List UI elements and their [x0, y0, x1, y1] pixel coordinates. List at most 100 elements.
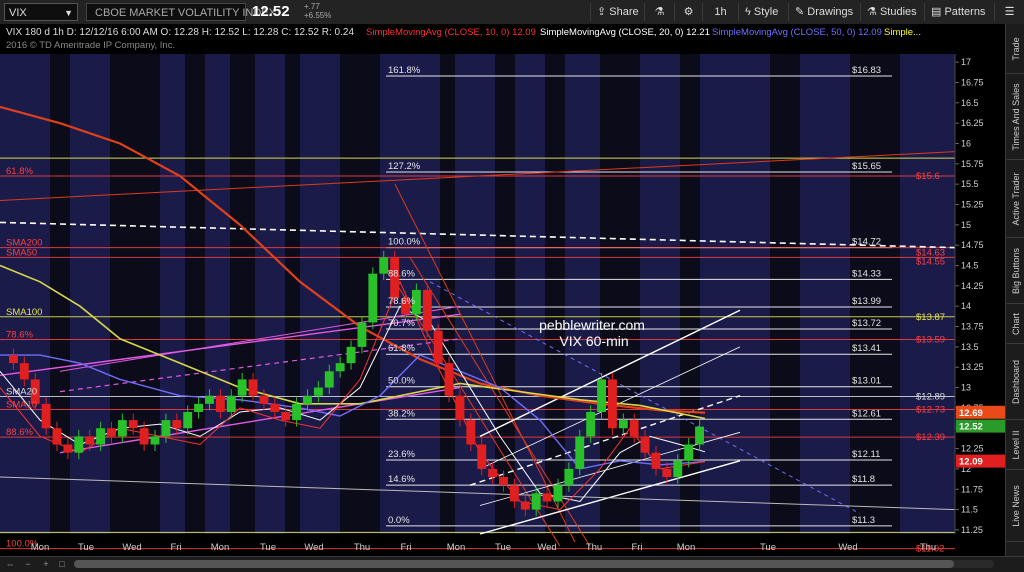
sidebar-tab-chart[interactable]: Chart — [1006, 304, 1024, 344]
timeframe-label: 1h — [714, 6, 727, 18]
candle-body — [379, 257, 389, 274]
flask-button[interactable]: ⚗ — [644, 3, 674, 21]
expand-icon[interactable]: ⇔ — [4, 559, 16, 569]
time-tick-label: Thu — [920, 542, 936, 553]
left-level-label: SMA100 — [6, 307, 42, 318]
left-level-label: 78.6% — [6, 330, 33, 341]
scrollbar-thumb[interactable] — [74, 560, 954, 568]
sidebar-tab-trade[interactable]: Trade — [1006, 24, 1024, 74]
time-tick-label: Mon — [677, 542, 695, 553]
toolbar: VIX ▼ CBOE MARKET VOLATILITY INDEX 12.52… — [0, 0, 1024, 25]
timeframe-button[interactable]: 1h — [702, 3, 738, 21]
candle-body — [52, 428, 62, 445]
time-tick-label: Mon — [31, 542, 49, 553]
price-tick-label: 15.75 — [961, 159, 984, 169]
time-tick-label: Mon — [211, 542, 229, 553]
scrollbar[interactable] — [74, 560, 994, 568]
time-tick-label: Wed — [838, 542, 857, 553]
fib-percent-label: 78.6% — [388, 296, 415, 307]
patterns-button[interactable]: ▤ Patterns — [924, 3, 994, 21]
candle-body — [673, 460, 683, 478]
sidebar-tab-times-and-sales[interactable]: Times And Sales — [1006, 74, 1024, 160]
price-chart[interactable]: 161.8% $16.83 127.2% $15.65 100.0% $14.72 88.6… — [0, 24, 1005, 556]
price-tick-label: 14.75 — [961, 240, 984, 250]
candle-body — [542, 493, 552, 502]
candle-body — [444, 363, 454, 396]
sidebar-tab-dashboard[interactable]: Dashboard — [1006, 344, 1024, 420]
fib-percent-label: 23.6% — [388, 449, 415, 460]
price-tick-label: 16.75 — [961, 77, 984, 87]
more-icon: ☰ — [1004, 6, 1015, 18]
sidebar-tab-live-news[interactable]: Live News — [1006, 470, 1024, 542]
symbol-selector[interactable]: VIX ▼ — [4, 3, 78, 21]
time-tick-label: Tue — [78, 542, 94, 553]
right-level-label: $13.59 — [916, 335, 945, 346]
candle-body — [183, 411, 193, 429]
zoom-in-icon[interactable]: + — [40, 559, 52, 569]
candle-body — [662, 468, 672, 478]
bottom-toolbar: ⇔ − + □ — [0, 556, 1024, 572]
candle-body — [520, 501, 530, 510]
fit-icon[interactable]: □ — [56, 559, 68, 569]
price-tick-label: 11.25 — [961, 525, 983, 535]
fib-price-label: $12.11 — [852, 449, 880, 460]
fib-price-label: $11.3 — [852, 515, 875, 526]
time-tick-label: Tue — [495, 542, 511, 553]
style-button[interactable]: ϟ Style — [738, 3, 788, 21]
candle-body — [139, 428, 149, 445]
left-level-label: 61.8% — [6, 166, 33, 177]
candle-body — [117, 420, 127, 437]
last-price: 12.52 — [252, 3, 290, 20]
fib-percent-label: 14.6% — [388, 474, 415, 485]
sidebar-tab-label: Live News — [1010, 484, 1021, 527]
right-level-label: $12.73 — [916, 405, 945, 416]
sidebar-tab-label: Big Buttons — [1010, 247, 1021, 294]
zoom-out-icon[interactable]: − — [22, 559, 34, 569]
candle-body — [74, 436, 84, 453]
price-tick-label: 13.25 — [961, 362, 984, 372]
sidebar-tab-active-trader[interactable]: Active Trader — [1006, 160, 1024, 238]
studies-button[interactable]: ⚗ Studies — [860, 3, 924, 21]
share-label: Share — [609, 6, 639, 18]
fib-percent-label: 127.2% — [388, 161, 421, 172]
candle-body — [172, 420, 182, 429]
right-level-label: $15.6 — [916, 171, 940, 182]
sidebar-tab-label: Dashboard — [1010, 359, 1021, 404]
candle-body — [128, 420, 138, 429]
right-level-label: $13.87 — [916, 312, 945, 323]
candle-body — [368, 273, 378, 323]
candle-body — [324, 371, 334, 388]
fib-percent-label: 88.6% — [388, 268, 415, 279]
security-name: CBOE MARKET VOLATILITY INDEX — [86, 3, 276, 21]
candle-body — [607, 379, 617, 429]
share-button[interactable]: ⇪ Share — [590, 3, 644, 21]
candle-body — [205, 395, 214, 404]
candle-body — [237, 379, 247, 396]
price-tag-label: 12.69 — [959, 408, 983, 419]
settings-button[interactable]: ⚙ — [674, 3, 702, 21]
right-level-label: $12.39 — [916, 432, 945, 443]
candle-body — [96, 428, 106, 445]
candle-body — [248, 379, 258, 396]
price-tick-label: 13 — [961, 383, 971, 393]
candle-body — [357, 322, 367, 347]
time-tick-label: Tue — [260, 542, 276, 553]
sidebar-tab-level-ii[interactable]: Level II — [1006, 420, 1024, 470]
fib-price-label: $13.41 — [852, 343, 881, 354]
drawings-button[interactable]: ✎ Drawings — [788, 3, 860, 21]
price-tick-label: 11.75 — [961, 484, 983, 494]
price-tick-label: 15.5 — [961, 179, 979, 189]
price-tick-label: 13.75 — [961, 322, 984, 332]
left-level-label: SMA10 — [6, 400, 37, 411]
time-tick-label: Thu — [586, 542, 602, 553]
price-tick-label: 12.25 — [961, 444, 984, 454]
candle-body — [215, 395, 225, 412]
study-legend-sma50: SimpleMovingAvg (CLOSE, 50, 0) 12.09 — [712, 27, 882, 38]
candle-body — [509, 485, 519, 502]
price-tick-label: 16.25 — [961, 118, 984, 128]
more-button[interactable]: ☰ — [994, 3, 1024, 21]
candle-body — [695, 426, 704, 445]
price-tick-label: 11.5 — [961, 505, 978, 515]
right-level-label: $14.55 — [916, 256, 945, 267]
sidebar-tab-big-buttons[interactable]: Big Buttons — [1006, 238, 1024, 304]
